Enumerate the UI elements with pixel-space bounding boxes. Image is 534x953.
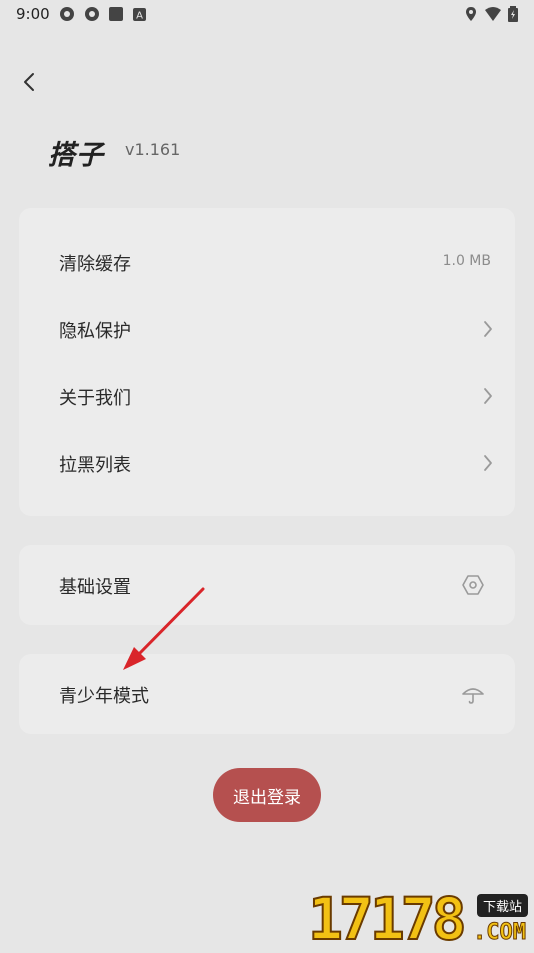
settings-card-main: 清除缓存 1.0 MB 隐私保护 关于我们 拉黑列表 [19, 208, 515, 516]
status-time: 9:00 [16, 5, 50, 23]
app-icon-2 [85, 7, 99, 21]
watermark-suffix: .COM [473, 920, 527, 946]
clear-cache-label: 清除缓存 [59, 254, 131, 275]
umbrella-icon [462, 688, 484, 704]
privacy-row[interactable]: 隐私保护 [19, 301, 515, 357]
youth-mode-card[interactable]: 青少年模式 [19, 654, 515, 734]
battery-icon [508, 6, 518, 22]
clear-cache-row[interactable]: 清除缓存 1.0 MB [19, 234, 515, 290]
about-us-row[interactable]: 关于我们 [19, 368, 515, 424]
app-brand-logo: 搭子 [48, 140, 104, 171]
status-bar: 9:00 A [0, 0, 534, 28]
back-chevron-icon[interactable] [18, 70, 42, 94]
privacy-label: 隐私保护 [59, 321, 131, 342]
location-icon [466, 7, 476, 21]
svg-text:A: A [136, 11, 143, 22]
chevron-right-icon [484, 321, 492, 337]
app-icon-1 [60, 7, 74, 21]
cache-size-value: 1.0 MB [442, 253, 491, 269]
blocklist-row[interactable]: 拉黑列表 [19, 435, 515, 491]
square-icon [109, 7, 123, 21]
a-icon: A [133, 8, 146, 21]
blocklist-label: 拉黑列表 [59, 455, 131, 476]
watermark-tag: 下载站 [476, 894, 528, 917]
logout-button[interactable]: 退出登录 [213, 768, 321, 822]
basic-settings-card[interactable]: 基础设置 [19, 545, 515, 625]
chevron-right-icon [484, 455, 492, 471]
chevron-right-icon [484, 388, 492, 404]
watermark-number: 17178 [307, 885, 468, 953]
hexagon-settings-icon [462, 575, 484, 595]
wifi-icon [485, 7, 501, 21]
basic-settings-row[interactable]: 基础设置 [19, 557, 515, 613]
basic-settings-label: 基础设置 [59, 577, 131, 598]
youth-mode-label: 青少年模式 [59, 686, 149, 707]
site-watermark: 17178 下载站 .COM [307, 885, 530, 953]
youth-mode-row[interactable]: 青少年模式 [19, 666, 515, 722]
about-us-label: 关于我们 [59, 388, 131, 409]
app-version: v1.161 [125, 140, 181, 159]
